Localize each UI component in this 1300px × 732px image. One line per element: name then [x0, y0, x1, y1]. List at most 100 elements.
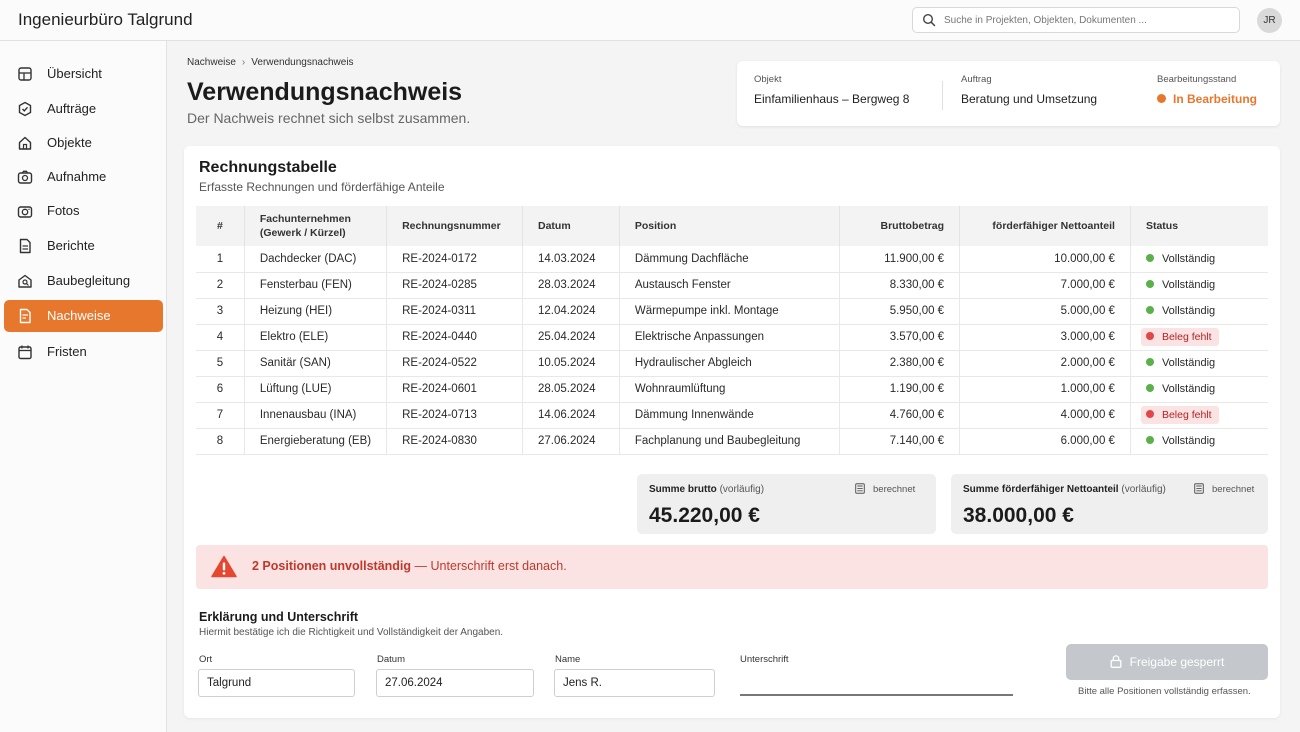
document-icon — [19, 238, 31, 254]
page-subtitle: Der Nachweis rechnet sich selbst zusamme… — [187, 110, 471, 126]
table-row[interactable]: 7 Innenausbau (INA) RE-2024-0713 14.06.2024… — [196, 402, 1268, 428]
sidebar-item-label: Fotos — [47, 203, 80, 218]
invoice-card: Rechnungstabelle Erfasste Rechnungen und… — [184, 146, 1280, 718]
object-label: Objekt — [754, 74, 782, 85]
cell-position: Dämmung Innenwände — [619, 402, 841, 428]
cell-num: 4 — [196, 324, 245, 350]
status-badge: Vollständig — [1145, 435, 1215, 447]
calculated-label: berechnet — [873, 484, 916, 495]
col-header-company-line2: (Gewerk / Kürzel) — [259, 227, 346, 239]
sidebar-item-fristen[interactable]: Fristen — [4, 336, 163, 368]
cell-gross: 1.190,00 € — [839, 376, 961, 402]
ort-label: Ort — [199, 654, 213, 665]
sidebar-item-uebersicht[interactable]: Übersicht — [4, 58, 163, 90]
table-row[interactable]: 3 Heizung (HEI) RE-2024-0311 12.04.2024 Wärm… — [196, 298, 1268, 324]
col-header-company-line1: Fachunternehmen — [259, 213, 351, 225]
name-field[interactable] — [554, 669, 715, 697]
alert-text: 2 Positionen unvollständig — Unterschrif… — [252, 559, 567, 573]
order-value: Beratung und Umsetzung — [961, 92, 1098, 106]
calendar-icon — [18, 345, 32, 360]
sidebar-item-berichte[interactable]: Berichte — [4, 230, 163, 262]
release-locked-button[interactable]: Freigabe gesperrt — [1066, 644, 1268, 680]
cell-num: 1 — [196, 246, 245, 272]
declaration-title: Erklärung und Unterschrift — [199, 610, 359, 624]
sidebar-item-label: Objekte — [47, 135, 92, 150]
cell-invoice: RE-2024-0172 — [386, 246, 523, 272]
lock-icon — [1110, 655, 1122, 668]
dashboard-icon — [18, 67, 32, 81]
cell-date: 25.04.2024 — [522, 324, 620, 350]
cell-invoice: RE-2024-0285 — [386, 272, 523, 298]
cell-position: Dämmung Dachfläche — [619, 246, 841, 272]
status-dot — [1145, 436, 1154, 445]
sidebar-item-label: Baubegleitung — [47, 273, 131, 288]
breadcrumb-parent[interactable]: Nachweise — [187, 57, 236, 68]
cell-invoice: RE-2024-0713 — [386, 402, 523, 428]
ort-field[interactable] — [198, 669, 355, 697]
table-row[interactable]: 5 Sanitär (SAN) RE-2024-0522 10.05.2024 Hydr… — [196, 350, 1268, 376]
table-row[interactable]: 4 Elektro (ELE) RE-2024-0440 25.04.2024 Elek… — [196, 324, 1268, 350]
cell-company: Heizung (HEI) — [244, 298, 388, 324]
cell-status: Vollständig — [1130, 428, 1268, 454]
alert-strong: 2 Positionen unvollständig — [252, 559, 412, 573]
section-subtitle: Erfasste Rechnungen und förderfähige Ant… — [199, 180, 445, 194]
home-icon — [18, 136, 32, 150]
cell-invoice: RE-2024-0311 — [386, 298, 523, 324]
cell-date: 10.05.2024 — [522, 350, 620, 376]
user-avatar[interactable]: JR — [1257, 8, 1282, 33]
status-text: Vollständig — [1161, 305, 1216, 317]
sidebar-item-fotos[interactable]: Fotos — [4, 195, 163, 227]
sum-net-label: Summe förderfähiger Nettoanteil (vorläuf… — [963, 484, 1166, 495]
cell-num: 3 — [196, 298, 245, 324]
col-header-position: Position — [619, 206, 841, 246]
datum-field[interactable] — [376, 669, 534, 697]
section-title: Rechnungstabelle — [199, 159, 337, 176]
name-label: Name — [555, 654, 581, 665]
cell-status: Vollständig — [1130, 298, 1268, 324]
cell-net: 4.000,00 € — [959, 402, 1131, 428]
cell-gross: 2.380,00 € — [839, 350, 961, 376]
table-row[interactable]: 1 Dachdecker (DAC) RE-2024-0172 14.03.2024 D… — [196, 246, 1268, 272]
table-row[interactable]: 2 Fensterbau (FEN) RE-2024-0285 28.03.2024 A… — [196, 272, 1268, 298]
cell-position: Hydraulischer Abgleich — [619, 350, 841, 376]
cell-company: Fensterbau (FEN) — [244, 272, 388, 298]
cell-status: Vollständig — [1130, 272, 1268, 298]
project-info-card: Objekt Einfamilienhaus – Bergweg 8 Auftr… — [737, 61, 1280, 126]
sidebar-item-objekte[interactable]: Objekte — [4, 127, 163, 159]
sidebar-item-nachweise[interactable]: Nachweise — [4, 300, 163, 332]
calculator-icon — [855, 483, 865, 494]
search-box[interactable] — [912, 7, 1240, 33]
search-input[interactable] — [944, 11, 1232, 29]
sidebar-item-baubegleitung[interactable]: Baubegleitung — [4, 265, 163, 297]
cell-date: 14.06.2024 — [522, 402, 620, 428]
cell-company: Energieberatung (EB) — [244, 428, 388, 454]
cell-invoice: RE-2024-0522 — [386, 350, 523, 376]
cell-date: 12.04.2024 — [522, 298, 620, 324]
cell-invoice: RE-2024-0830 — [386, 428, 523, 454]
sum-gross-title: Summe brutto — [649, 484, 717, 495]
cell-num: 5 — [196, 350, 245, 376]
calculator-icon — [1194, 483, 1204, 494]
chevron-right-icon: › — [241, 57, 246, 68]
sidebar-item-auftraege[interactable]: Aufträge — [4, 93, 163, 125]
warning-icon — [211, 555, 237, 578]
status-badge: Vollständig — [1145, 357, 1215, 369]
status-badge: Vollständig — [1145, 253, 1215, 265]
col-header-status: Status — [1145, 220, 1179, 232]
status-dot — [1145, 253, 1154, 262]
cell-date: 14.03.2024 — [522, 246, 620, 272]
order-badge-icon — [18, 101, 32, 117]
sidebar-item-label: Fristen — [47, 344, 87, 359]
table-row[interactable]: 8 Energieberatung (EB) RE-2024-0830 27.06.2… — [196, 428, 1268, 454]
table-row[interactable]: 6 Lüftung (LUE) RE-2024-0601 28.05.2024 Wohn… — [196, 376, 1268, 402]
sidebar-item-aufnahme[interactable]: Aufnahme — [4, 161, 163, 193]
status-text: Beleg fehlt — [1161, 331, 1212, 343]
sidebar-item-label: Aufnahme — [47, 169, 107, 184]
release-button-label: Freigabe gesperrt — [1129, 655, 1225, 669]
cell-net: 7.000,00 € — [959, 272, 1131, 298]
cell-date: 28.03.2024 — [522, 272, 620, 298]
cell-gross: 8.330,00 € — [839, 272, 961, 298]
status-dot — [1145, 410, 1154, 419]
sidebar: Übersicht Aufträge Objekte Aufnahme Foto… — [0, 41, 167, 732]
signature-field[interactable] — [740, 694, 1013, 696]
